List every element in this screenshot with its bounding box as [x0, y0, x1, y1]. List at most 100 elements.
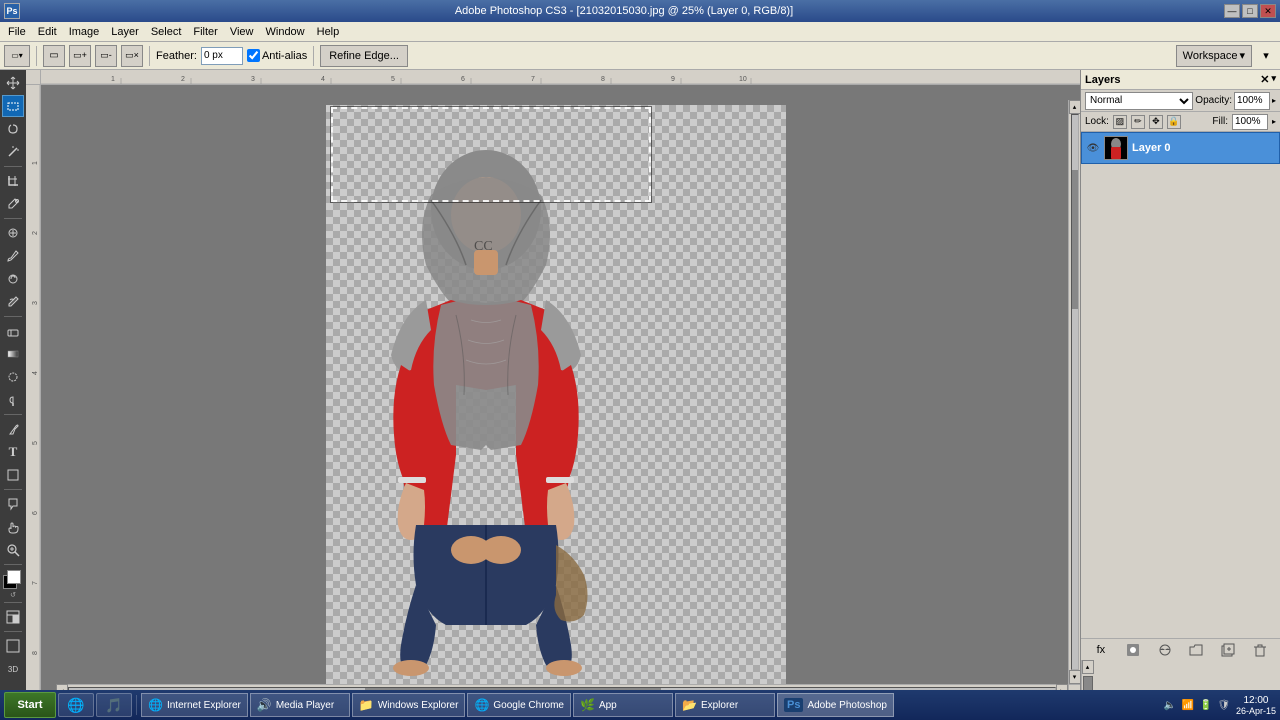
scroll-down-btn[interactable]: ▾	[1069, 670, 1081, 684]
separator5	[4, 489, 22, 490]
hand-tool[interactable]	[2, 516, 24, 538]
clone-stamp-tool[interactable]	[2, 268, 24, 290]
layer-visibility-toggle[interactable]: 👁	[1086, 141, 1100, 155]
quick-mask-btn[interactable]	[2, 606, 24, 628]
pen-tool[interactable]	[2, 418, 24, 440]
right-scroll-up[interactable]: ▴	[1082, 660, 1094, 674]
foreground-color[interactable]	[2, 568, 24, 590]
zoom-tool[interactable]	[2, 539, 24, 561]
separator3	[4, 316, 22, 317]
photoshop-taskbar-btn[interactable]: Ps Adobe Photoshop	[777, 693, 894, 717]
menu-window[interactable]: Window	[260, 24, 311, 40]
create-group-btn[interactable]	[1187, 641, 1205, 659]
system-tray: 🔈 📶 🔋 🛡 12:00 26-Apr-15	[1162, 695, 1276, 716]
lock-transparency-btn[interactable]: ▨	[1113, 115, 1127, 129]
workspace-expand-btn[interactable]: ▾	[1256, 45, 1276, 67]
explorer2-taskbar-btn[interactable]: 📂 Explorer	[675, 693, 775, 717]
delete-layer-btn[interactable]	[1251, 641, 1269, 659]
antialias-label: Anti-alias	[247, 49, 307, 62]
menu-select[interactable]: Select	[145, 24, 188, 40]
annotations-tool[interactable]	[2, 493, 24, 515]
blend-mode-select[interactable]: Normal Multiply Screen Overlay	[1085, 92, 1193, 110]
screen-mode-btn[interactable]	[2, 635, 24, 657]
fill-arrow[interactable]: ▸	[1272, 117, 1276, 126]
lasso-tool[interactable]	[2, 118, 24, 140]
app5-taskbar-btn[interactable]: 🌿 App	[573, 693, 673, 717]
separator	[4, 166, 22, 167]
volume-icon[interactable]: 🔈	[1162, 697, 1178, 713]
mediaplayer-quick-launch[interactable]: 🎵	[96, 693, 132, 717]
rect-selection-btn[interactable]: ▭	[43, 45, 65, 67]
marquee-tool[interactable]	[2, 95, 24, 117]
opacity-arrow[interactable]: ▸	[1272, 96, 1276, 105]
workspace-button[interactable]: Workspace ▾	[1176, 45, 1252, 67]
scroll-up-btn[interactable]: ▴	[1069, 100, 1081, 114]
brush-tool[interactable]	[2, 245, 24, 267]
crop-tool[interactable]	[2, 170, 24, 192]
clock-display[interactable]: 12:00 26-Apr-15	[1236, 695, 1276, 716]
v-scroll-track[interactable]	[1071, 114, 1079, 670]
battery-icon[interactable]: 🔋	[1198, 697, 1214, 713]
svg-text:5: 5	[32, 441, 39, 445]
minimize-button[interactable]: —	[1224, 4, 1240, 18]
feather-input[interactable]	[201, 47, 243, 65]
add-selection-btn[interactable]: ▭+	[69, 45, 91, 67]
v-scroll-thumb[interactable]	[1072, 170, 1078, 309]
refine-edge-button[interactable]: Refine Edge...	[320, 45, 408, 67]
svg-text:3: 3	[251, 76, 255, 83]
menu-file[interactable]: File	[2, 24, 32, 40]
menu-edit[interactable]: Edit	[32, 24, 63, 40]
fill-input[interactable]	[1232, 114, 1268, 130]
history-brush-tool[interactable]	[2, 291, 24, 313]
separator7	[4, 602, 22, 603]
text-tool[interactable]: T	[2, 441, 24, 463]
svg-text:5: 5	[391, 76, 395, 83]
antialias-checkbox[interactable]	[247, 49, 260, 62]
shape-tool[interactable]	[2, 464, 24, 486]
lock-image-btn[interactable]: ✏	[1131, 115, 1145, 129]
chrome-taskbar-btn[interactable]: 🌐 Google Chrome	[467, 693, 571, 717]
options-toolbar: ▭▾ ▭ ▭+ ▭- ▭× Feather: Anti-alias Refine…	[0, 42, 1280, 70]
magic-wand-tool[interactable]	[2, 141, 24, 163]
dodge-tool[interactable]	[2, 389, 24, 411]
vertical-scrollbar[interactable]: ▴ ▾	[1068, 100, 1080, 684]
move-tool[interactable]	[2, 72, 24, 94]
default-colors[interactable]: ↺	[2, 591, 24, 599]
maximize-button[interactable]: □	[1242, 4, 1258, 18]
opacity-input[interactable]	[1234, 92, 1270, 110]
taskbar-separator	[136, 695, 137, 715]
lock-position-btn[interactable]: ✥	[1149, 115, 1163, 129]
start-button[interactable]: Start	[4, 692, 56, 718]
tool-preset-btn[interactable]: ▭▾	[4, 45, 30, 67]
add-mask-btn[interactable]	[1124, 641, 1142, 659]
svg-text:7: 7	[32, 581, 39, 585]
menu-help[interactable]: Help	[311, 24, 346, 40]
close-button[interactable]: ✕	[1260, 4, 1276, 18]
menu-view[interactable]: View	[224, 24, 260, 40]
subtract-selection-btn[interactable]: ▭-	[95, 45, 117, 67]
ie-taskbar-btn[interactable]: 🌐 Internet Explorer	[141, 693, 248, 717]
network-icon[interactable]: 📶	[1180, 697, 1196, 713]
layer-0-item[interactable]: 👁 Layer 0	[1081, 132, 1280, 164]
layers-panel-menu[interactable]: ▾	[1271, 73, 1276, 86]
blur-tool[interactable]	[2, 366, 24, 388]
menu-image[interactable]: Image	[63, 24, 106, 40]
security-icon[interactable]: 🛡	[1216, 697, 1232, 713]
svg-text:6: 6	[461, 76, 465, 83]
eyedropper-tool[interactable]	[2, 193, 24, 215]
gradient-tool[interactable]	[2, 343, 24, 365]
new-layer-btn[interactable]	[1219, 641, 1237, 659]
add-adjustment-btn[interactable]	[1156, 641, 1174, 659]
3d-toggle-btn[interactable]: 3D	[2, 658, 24, 680]
eraser-tool[interactable]	[2, 320, 24, 342]
menu-filter[interactable]: Filter	[187, 24, 223, 40]
lock-all-btn[interactable]: 🔒	[1167, 115, 1181, 129]
intersect-selection-btn[interactable]: ▭×	[121, 45, 143, 67]
folder-taskbar-btn[interactable]: 📁 Windows Explorer	[352, 693, 466, 717]
menu-layer[interactable]: Layer	[105, 24, 145, 40]
layers-panel-close[interactable]: ✕	[1260, 73, 1269, 86]
healing-tool[interactable]	[2, 222, 24, 244]
ie-quick-launch[interactable]: 🌐	[58, 693, 94, 717]
media-taskbar-btn[interactable]: 🔊 Media Player	[250, 693, 350, 717]
add-layer-style-btn[interactable]: fx	[1092, 641, 1110, 659]
